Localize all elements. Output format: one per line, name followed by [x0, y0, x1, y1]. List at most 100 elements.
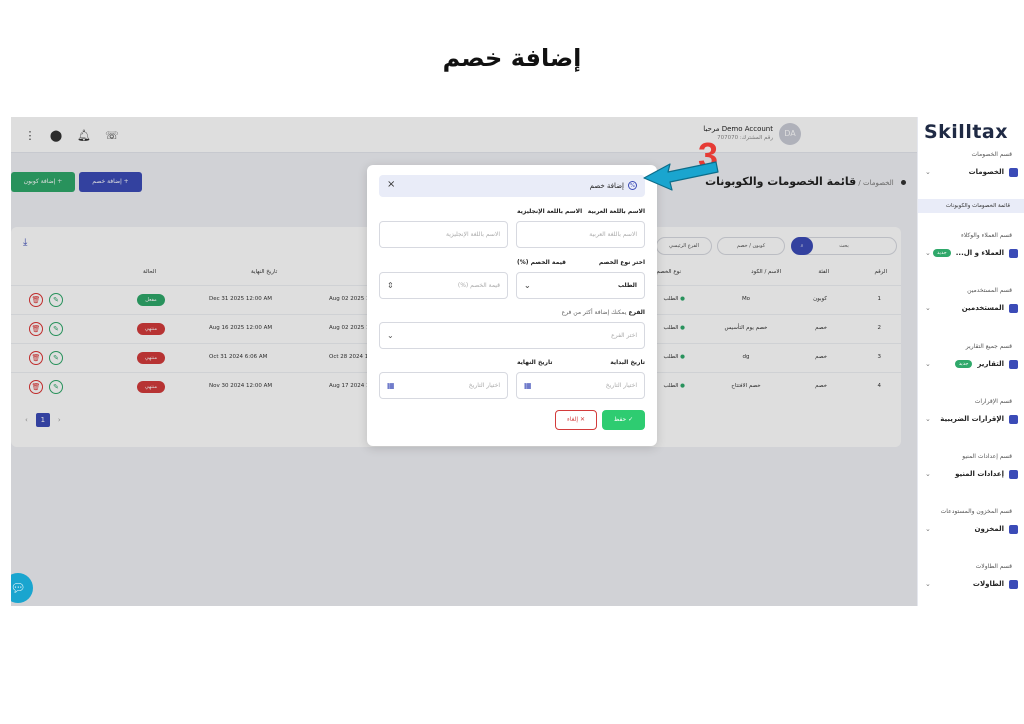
col-category[interactable]: الفئة: [818, 269, 829, 275]
end-date-input[interactable]: اختيار التاريخ ▦: [379, 372, 508, 399]
stepper-icon[interactable]: ⇕: [387, 273, 394, 298]
delete-icon[interactable]: 🗑︎: [29, 380, 43, 394]
discount-icon: %: [628, 181, 637, 190]
chevron-down-icon[interactable]: ⌄: [925, 470, 931, 478]
sidebar-item[interactable]: المستخدمين ⌄: [923, 300, 1018, 316]
calendar-icon[interactable]: ▦: [387, 373, 395, 398]
add-discount-button[interactable]: + إضافة خصم: [79, 172, 142, 192]
add-coupon-button[interactable]: + إضافة كوبون: [11, 172, 75, 192]
cell-number: 1: [877, 296, 882, 302]
download-icon[interactable]: ⤓: [23, 237, 35, 249]
settings-icon[interactable]: ⬤: [47, 127, 65, 145]
close-icon[interactable]: ×: [387, 179, 395, 190]
cell-start-date: Aug 02 2025 1: [329, 296, 370, 302]
cell-type: ● الطلب: [663, 383, 686, 389]
menu-dots-icon[interactable]: ⋮: [21, 127, 39, 145]
discount-type-select[interactable]: الطلب ⌄: [516, 272, 645, 299]
branch-label-row: الفرع يمكنك إضافة أكثر من فرع: [562, 309, 645, 316]
chevron-down-icon: ⌄: [387, 331, 394, 340]
edit-icon[interactable]: ✎: [49, 322, 63, 336]
edit-icon[interactable]: ✎: [49, 380, 63, 394]
breadcrumb-root[interactable]: الخصومات: [863, 179, 894, 187]
support-icon[interactable]: ☏: [103, 127, 121, 145]
col-type[interactable]: نوع الخصم: [656, 269, 681, 275]
start-date-input[interactable]: اختيار التاريخ ▦: [516, 372, 645, 399]
chevron-down-icon[interactable]: ⌄: [925, 525, 931, 533]
cancel-button[interactable]: ✕ إلغاء: [555, 410, 597, 430]
chevron-down-icon[interactable]: ⌄: [925, 415, 931, 423]
sidebar-item[interactable]: التقارير جديد ⌄: [923, 356, 1018, 372]
col-number[interactable]: الرقم: [874, 269, 887, 275]
add-discount-modal: % إضافة خصم × الاسم باللغة العربية الاسم…: [367, 165, 657, 446]
end-date-placeholder: اختيار التاريخ: [468, 382, 500, 389]
chat-icon[interactable]: 💬︎: [11, 573, 33, 603]
col-end-date[interactable]: تاريخ النهاية: [251, 269, 277, 275]
breadcrumb-dot: [901, 180, 906, 185]
status-badge: مفعل: [137, 294, 165, 306]
discount-value-label: قيمة الخصم (%): [517, 259, 566, 266]
cell-category: خصم: [815, 325, 827, 331]
cell-type-text: الطلب: [663, 296, 679, 302]
cell-type: ● الطلب: [663, 354, 686, 360]
edit-icon[interactable]: ✎: [49, 293, 63, 307]
sidebar-subitem-discount-list[interactable]: قائمة الخصومات والكوبونات: [918, 199, 1024, 213]
english-name-input[interactable]: الاسم باللغة الإنجليزية: [379, 221, 508, 248]
chevron-down-icon[interactable]: ⌄: [925, 304, 931, 312]
save-button[interactable]: ✓ حفظ: [602, 410, 645, 430]
chevron-down-icon[interactable]: ⌄: [925, 360, 931, 368]
sidebar-item-label: الطاولات: [972, 580, 1004, 588]
col-name[interactable]: الاسم / الكود: [751, 269, 781, 275]
sidebar-item[interactable]: الإقرارات الضريبية ⌄: [923, 411, 1018, 427]
discount-type-value: الطلب: [618, 282, 637, 289]
search-icon[interactable]: ⌕: [791, 237, 813, 255]
delete-icon[interactable]: 🗑︎: [29, 293, 43, 307]
discount-value-input[interactable]: قيمة الخصم (%) ⇕: [379, 272, 508, 299]
arabic-name-input[interactable]: الاسم باللغة العربية: [516, 221, 645, 248]
status-badge: منتهي: [137, 352, 165, 364]
discount-type-label: اختر نوع الخصم: [598, 259, 645, 266]
cell-start-date: Oct 28 2024 1: [329, 354, 369, 360]
chevron-down-icon[interactable]: ⌄: [925, 168, 931, 176]
sidebar-item[interactable]: الطاولات ⌄: [923, 576, 1018, 592]
next-page-icon[interactable]: ›: [58, 416, 61, 424]
chevron-down-icon[interactable]: ⌄: [925, 580, 931, 588]
sidebar-item[interactable]: المخزون ⌄: [923, 521, 1018, 537]
sidebar-item-label: العملاء و ال...: [955, 249, 1004, 257]
prev-page-icon[interactable]: ‹: [25, 416, 28, 424]
edit-icon[interactable]: ✎: [49, 351, 63, 365]
avatar: DA: [779, 123, 801, 145]
cell-type: ● الطلب: [663, 296, 686, 302]
sidebar-item[interactable]: إعدادات المنيو ⌄: [923, 466, 1018, 482]
col-status[interactable]: الحالة: [143, 269, 156, 275]
cell-start-date: Aug 17 2024 1: [329, 383, 370, 389]
account-name: Demo Account مرحبا: [703, 125, 773, 133]
branch-label: الفرع: [628, 309, 645, 316]
page-number[interactable]: 1: [35, 413, 50, 427]
delete-icon[interactable]: 🗑︎: [29, 351, 43, 365]
branch-select[interactable]: اختر الفرع ⌄: [379, 322, 645, 349]
sidebar-item[interactable]: الخصومات ⌄: [923, 164, 1018, 180]
chevron-down-icon: ⌄: [524, 281, 531, 290]
arabic-name-label: الاسم باللغة العربية: [587, 208, 645, 215]
branch-hint: يمكنك إضافة أكثر من فرع: [561, 309, 627, 316]
calendar-icon[interactable]: ▦: [524, 373, 532, 398]
delete-icon[interactable]: 🗑︎: [29, 322, 43, 336]
branch-filter[interactable]: الفرع الرئيسي: [656, 237, 712, 255]
type-filter[interactable]: كوبون / خصم: [717, 237, 785, 255]
end-date-label: تاريخ النهاية: [517, 359, 553, 366]
bell-icon[interactable]: 🔔︎: [75, 127, 93, 145]
sidebar-item-label: المخزون: [974, 525, 1004, 533]
cell-name: خصم الافتتاح: [731, 383, 761, 389]
sidebar-item[interactable]: العملاء و ال... جديد ⌄: [923, 245, 1018, 261]
cell-end-date: Nov 30 2024 12:00 AM: [209, 383, 273, 389]
breadcrumb: الخصومات / قائمة الخصومات والكوبونات: [705, 175, 906, 188]
start-date-placeholder: اختيار التاريخ: [605, 382, 637, 389]
sidebar-section-title: قسم إعدادات المنيو: [962, 453, 1012, 460]
cell-start-date: Aug 02 2025 1: [329, 325, 370, 331]
start-date-label: تاريخ البداية: [610, 359, 645, 366]
chevron-down-icon[interactable]: ⌄: [925, 249, 931, 257]
cell-end-date: Oct 31 2024 6:06 AM: [209, 354, 268, 360]
sidebar-item-label: الإقرارات الضريبية: [940, 415, 1004, 423]
sidebar-section-title: قسم الإقرارات: [974, 398, 1012, 405]
tutorial-heading: إضافة خصم: [442, 44, 582, 72]
